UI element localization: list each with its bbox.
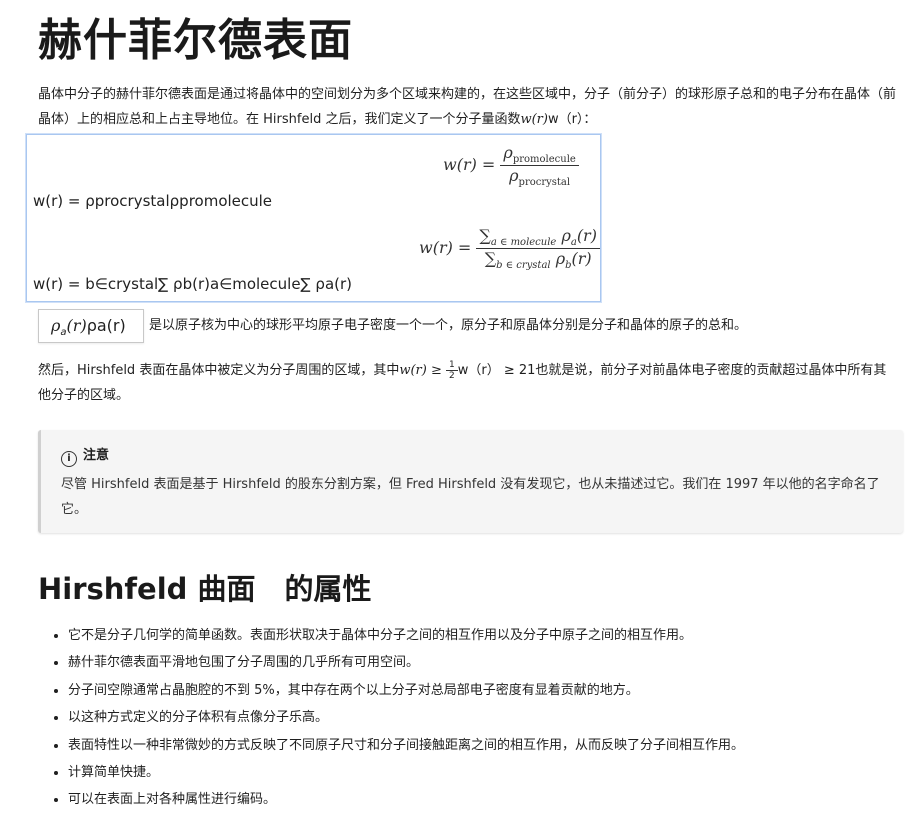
eq2-den-sub: b ∈ crystal [496, 260, 551, 272]
intro-math: w(r) [520, 112, 548, 127]
rho-arg: (r) [66, 316, 87, 335]
hirshfeld-definition: 然后，Hirshfeld 表面在晶体中被定义为分子周围的区域，其中w(r) ≥ … [38, 358, 898, 408]
note-title-text: 注意 [83, 448, 110, 463]
eq1-num-sub: promolecule [512, 154, 576, 166]
eq2-lhs: w(r) = [419, 238, 472, 258]
section-title: Hirshfeld 曲面 的属性 [38, 572, 372, 606]
note-body: 尽管 Hirshfeld 表面是基于 Hirshfeld 的股东分割方案，但 F… [61, 477, 880, 517]
eq1-num-rho: ρ [503, 143, 513, 162]
eq2-den-rho: ρ [555, 249, 566, 269]
list-item: 可以在表面上对各种属性进行编码。 [68, 786, 913, 813]
rho-math-box: ρa(r)ρa(r) [38, 309, 144, 343]
def-text-a: 然后，Hirshfeld 表面在晶体中被定义为分子周围的区域，其中 [38, 363, 400, 378]
eq2-fraction: ∑a ∈ molecule ρa(r) ∑b ∈ crystal ρb(r) [476, 226, 600, 271]
rho-description: 是以原子核为中心的球形平均原子电子密度一个一个，原分子和原晶体分别是分子和晶体的… [149, 318, 748, 333]
list-item: 赫什菲尔德表面平滑地包围了分子周围的几乎所有可用空间。 [68, 649, 913, 676]
eq2-num-arg: (r) [576, 226, 597, 245]
intro-tail: w（r）： [547, 112, 597, 127]
equation-1-text: w(r) = ρprocrystalρpromolecule [33, 192, 273, 210]
eq1-lhs: w(r) = [443, 155, 496, 175]
note-callout: i 注意 尽管 Hirshfeld 表面是基于 Hirshfeld 的股东分割方案… [38, 430, 903, 533]
eq2-den-arg: (r) [571, 249, 592, 269]
equation-2: w(r) = ∑a ∈ molecule ρa(r) ∑b ∈ crystal … [419, 226, 600, 271]
list-item: 它不是分子几何学的简单函数。表面形状取决于晶体中分子之间的相互作用以及分子中原子… [68, 622, 913, 649]
note-title: i 注意 [61, 444, 109, 467]
eq2-num-sub: a ∈ molecule [490, 237, 557, 249]
equation-1: w(r) = ρpromolecule ρprocrystal [443, 143, 579, 188]
def-frac-num: 1 [445, 360, 458, 371]
intro-paragraph: 晶体中分子的赫什菲尔德表面是通过将晶体中的空间划分为多个区域来构建的，在这些区域… [38, 82, 898, 132]
list-item: 以这种方式定义的分子体积有点像分子乐高。 [68, 704, 913, 731]
eq2-num-rho: ρ [561, 226, 571, 245]
rho-text: ρa(r) [86, 316, 126, 335]
list-item: 计算简单快捷。 [68, 759, 913, 786]
eq2-den-sum: ∑ [484, 249, 497, 269]
eq1-den-sub: procrystal [518, 177, 571, 189]
def-half-fraction: 12 [445, 360, 458, 381]
intro-text: 晶体中分子的赫什菲尔德表面是通过将晶体中的空间划分为多个区域来构建的，在这些区域… [38, 87, 897, 127]
eq1-fraction: ρpromolecule ρprocrystal [500, 143, 579, 189]
def-math: w(r) ≥ [399, 363, 442, 378]
properties-list: 它不是分子几何学的简单函数。表面形状取决于晶体中分子之间的相互作用以及分子中原子… [38, 622, 913, 814]
page-title: 赫什菲尔德表面 [38, 15, 353, 66]
equation-block: w(r) = ρpromolecule ρprocrystal w(r) = ρ… [26, 134, 601, 302]
equation-2-text: w(r) = b∈crystal∑ ρb(r)a∈molecule∑ ρa(r) [33, 275, 353, 293]
rho-symbol: ρ [51, 316, 61, 335]
list-item: 分子间空隙通常占晶胞腔的不到 5%，其中存在两个以上分子对总局部电子密度有显着贡… [68, 677, 913, 704]
eq1-den-rho: ρ [509, 166, 519, 186]
document-page: 赫什菲尔德表面 晶体中分子的赫什菲尔德表面是通过将晶体中的空间划分为多个区域来构… [0, 0, 913, 817]
eq2-num-sum: ∑ [479, 226, 491, 245]
info-icon: i [61, 451, 77, 467]
def-frac-den: 2 [448, 371, 455, 381]
list-item: 表面特性以一种非常微妙的方式反映了不同原子尺寸和分子间接触距离之间的相互作用，从… [68, 732, 913, 759]
